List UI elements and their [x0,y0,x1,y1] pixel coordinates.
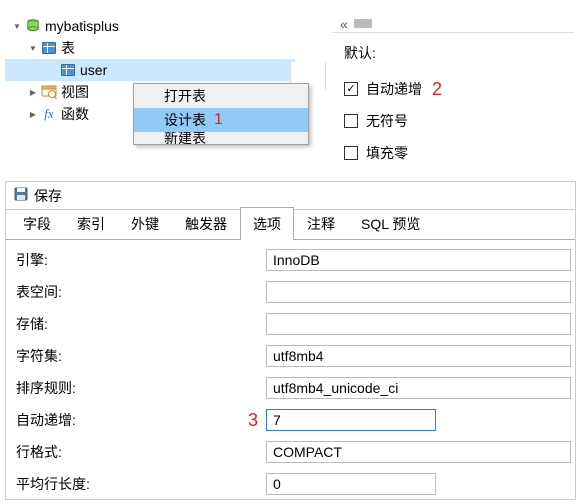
auto-increment-label: 自动递增 [366,79,422,99]
charset-label: 字符集: [16,346,266,366]
avg-row-length-label: 平均行长度: [16,474,266,494]
chevron-down-icon[interactable] [11,20,23,32]
context-menu: 打开表 设计表 1 新建表 [133,83,309,145]
ctx-design-label: 设计表 [164,110,206,130]
collapse-bar[interactable]: « [332,15,574,33]
storage-row: 存储: [6,308,575,340]
auto-increment-checkbox[interactable] [344,82,358,96]
chevron-right-icon[interactable] [27,108,39,120]
table-node-user[interactable]: user [5,59,295,81]
views-label: 视图 [61,82,89,102]
storage-field[interactable] [266,313,571,335]
avg-row-length-field[interactable]: 0 [266,473,436,495]
auto-increment-value-row: 自动递增: 3 7 [6,404,575,436]
ctx-new-table[interactable]: 新建表 [134,132,308,144]
zerofill-row[interactable]: 填充零 [344,137,574,169]
db-node[interactable]: mybatisplus [5,15,295,37]
options-form: 引擎: InnoDB 表空间: 存储: 字符集: utf8mb4 排序规则: u… [6,240,575,504]
tab-comment[interactable]: 注释 [294,207,348,240]
engine-field[interactable]: InnoDB [266,249,571,271]
zerofill-checkbox[interactable] [344,146,358,160]
tab-foreign-key[interactable]: 外键 [118,207,172,240]
charset-row: 字符集: utf8mb4 [6,340,575,372]
ctx-open-table[interactable]: 打开表 [134,84,308,108]
engine-row: 引擎: InnoDB [6,244,575,276]
charset-field[interactable]: utf8mb4 [266,345,571,367]
default-label: 默认: [344,43,574,63]
collation-field[interactable]: utf8mb4_unicode_ci [266,377,571,399]
right-panel: « 默认: 自动递增 2 无符号 填充零 [332,15,574,169]
engine-label: 引擎: [16,250,266,270]
chevron-right-icon[interactable] [27,86,39,98]
toolbar: 保存 [6,182,575,210]
collapse-handle[interactable] [354,19,372,28]
tablespace-field[interactable] [266,281,571,303]
view-icon [41,84,57,100]
zerofill-label: 填充零 [366,143,408,163]
table-group-icon [41,40,57,56]
collapse-chevron-icon[interactable]: « [340,16,348,32]
annotation-2: 2 [432,79,442,100]
properties-panel: 保存 字段 索引 外键 触发器 选项 注释 SQL 预览 引擎: InnoDB … [5,181,576,500]
chevron-down-icon[interactable] [27,42,39,54]
unsigned-label: 无符号 [366,111,408,131]
collation-row: 排序规则: utf8mb4_unicode_ci [6,372,575,404]
tables-node[interactable]: 表 [5,37,295,59]
auto-increment-value-label: 自动递增: [16,410,266,430]
annotation-1: 1 [214,111,223,129]
ctx-open-label: 打开表 [164,86,206,106]
auto-increment-row[interactable]: 自动递增 2 [344,73,574,105]
avg-row-length-row: 平均行长度: 0 [6,468,575,500]
tablespace-label: 表空间: [16,282,266,302]
tablespace-row: 表空间: [6,276,575,308]
save-icon [14,187,28,204]
ctx-new-label: 新建表 [164,132,206,144]
row-format-row: 行格式: COMPACT [6,436,575,468]
tables-label: 表 [61,38,75,58]
tabs: 字段 索引 外键 触发器 选项 注释 SQL 预览 [6,210,575,240]
function-icon: fx [41,106,57,122]
tab-index[interactable]: 索引 [64,207,118,240]
unsigned-checkbox[interactable] [344,114,358,128]
row-format-field[interactable]: COMPACT [266,441,571,463]
tab-trigger[interactable]: 触发器 [172,207,240,240]
tab-fields[interactable]: 字段 [10,207,64,240]
table-icon [60,62,76,78]
db-label: mybatisplus [45,18,119,34]
tab-sql-preview[interactable]: SQL 预览 [348,207,433,240]
table-label: user [80,62,107,78]
database-icon [25,18,41,34]
collation-label: 排序规则: [16,378,266,398]
save-button[interactable]: 保存 [34,186,62,206]
row-format-label: 行格式: [16,442,266,462]
annotation-3: 3 [248,410,258,431]
storage-label: 存储: [16,314,266,334]
functions-label: 函数 [61,104,89,124]
auto-increment-value-field[interactable]: 7 [266,409,436,431]
tab-options[interactable]: 选项 [240,207,294,240]
ctx-design-table[interactable]: 设计表 1 [134,108,308,132]
unsigned-row[interactable]: 无符号 [344,105,574,137]
